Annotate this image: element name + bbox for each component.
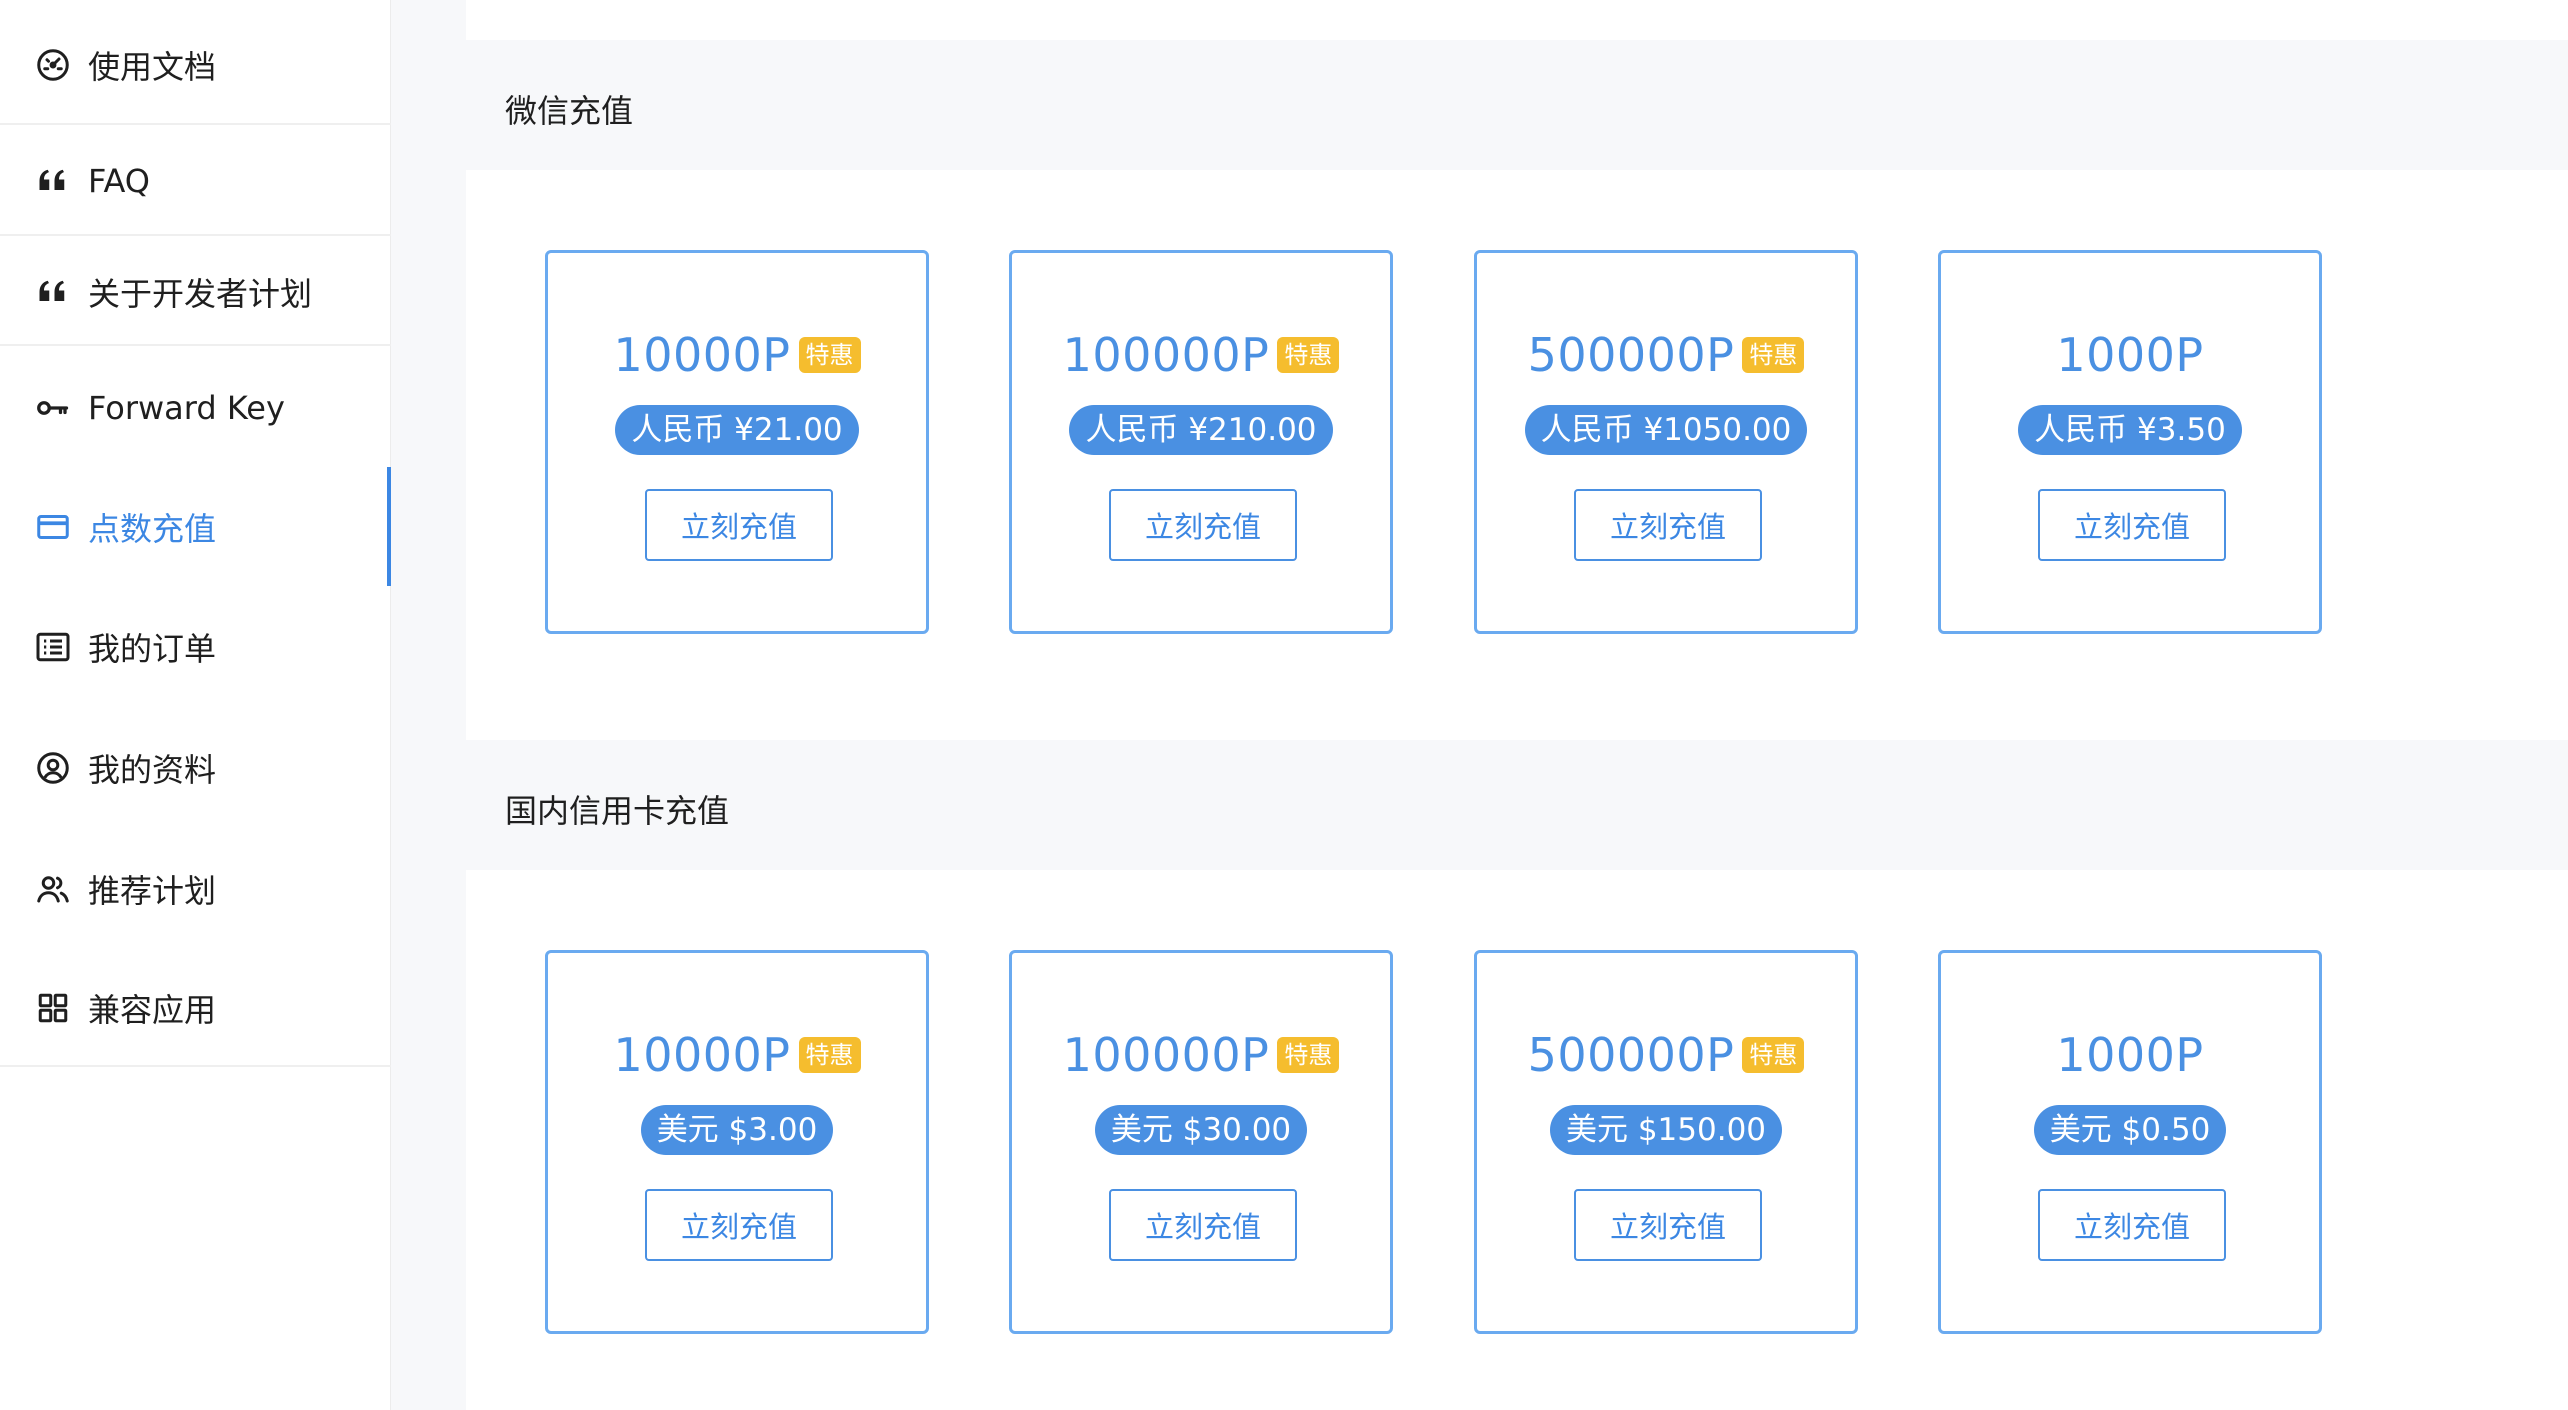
credit-card-icon — [34, 508, 72, 546]
users-icon — [34, 870, 72, 908]
sidebar-item-profile[interactable]: 我的资料 — [0, 708, 391, 828]
discount-badge: 特惠 — [1277, 337, 1340, 373]
price-pill: 美元 $0.50 — [2033, 1105, 2227, 1155]
recharge-now-button[interactable]: 立刻充值 — [1574, 489, 1762, 561]
points-amount: 10000P — [613, 328, 791, 382]
sidebar-item-referral[interactable]: 推荐计划 — [0, 829, 391, 949]
credit-card-recharge-panel: 10000P 特惠 美元 $3.00 立刻充值 100000P 特惠 美元 $3… — [466, 870, 2568, 1410]
recharge-card: 1000P 美元 $0.50 立刻充值 — [1938, 950, 2322, 1334]
discount-badge: 特惠 — [1742, 337, 1805, 373]
section-title-wechat: 微信充值 — [505, 92, 634, 130]
points-amount: 100000P — [1062, 328, 1270, 382]
quote-icon — [34, 273, 72, 311]
price-pill: 人民币 ¥210.00 — [1069, 405, 1333, 455]
points-row: 1000P — [1941, 1028, 2319, 1082]
price-pill: 人民币 ¥3.50 — [2018, 405, 2242, 455]
price-pill: 美元 $150.00 — [1549, 1105, 1783, 1155]
recharge-card: 10000P 特惠 美元 $3.00 立刻充值 — [545, 950, 929, 1334]
sidebar-item-label: 推荐计划 — [88, 872, 217, 910]
sidebar-item-label: Forward Key — [88, 389, 285, 427]
points-row: 1000P — [1941, 328, 2319, 382]
recharge-now-button[interactable]: 立刻充值 — [1574, 1189, 1762, 1261]
recharge-card: 1000P 人民币 ¥3.50 立刻充值 — [1938, 250, 2322, 634]
sidebar-item-forward-key[interactable]: Forward Key — [0, 348, 391, 468]
previous-panel — [466, 0, 2568, 40]
recharge-card: 100000P 特惠 美元 $30.00 立刻充值 — [1009, 950, 1393, 1334]
recharge-card: 500000P 特惠 人民币 ¥1050.00 立刻充值 — [1474, 250, 1858, 634]
recharge-card: 100000P 特惠 人民币 ¥210.00 立刻充值 — [1009, 250, 1393, 634]
sidebar-item-developer-plan[interactable]: 关于开发者计划 — [0, 237, 391, 347]
points-amount: 500000P — [1527, 328, 1735, 382]
sidebar-item-compatible-apps[interactable]: 兼容应用 — [0, 950, 391, 1066]
sidebar-item-docs[interactable]: 使用文档 — [0, 10, 391, 120]
price-pill: 人民币 ¥1050.00 — [1524, 405, 1808, 455]
points-row: 500000P 特惠 — [1477, 328, 1855, 382]
user-circle-icon — [34, 749, 72, 787]
discount-badge: 特惠 — [1742, 1037, 1805, 1073]
recharge-now-button[interactable]: 立刻充值 — [2038, 1189, 2226, 1261]
points-amount: 1000P — [2056, 328, 2204, 382]
recharge-now-button[interactable]: 立刻充值 — [645, 1189, 833, 1261]
divider — [0, 123, 391, 125]
sidebar-item-label: 使用文档 — [88, 48, 217, 86]
recharge-now-button[interactable]: 立刻充值 — [1109, 1189, 1297, 1261]
recharge-now-button[interactable]: 立刻充值 — [645, 489, 833, 561]
grid-icon — [34, 989, 72, 1027]
recharge-card: 10000P 特惠 人民币 ¥21.00 立刻充值 — [545, 250, 929, 634]
points-amount: 100000P — [1062, 1028, 1270, 1082]
wechat-recharge-panel: 10000P 特惠 人民币 ¥21.00 立刻充值 100000P 特惠 人民币… — [466, 170, 2568, 740]
key-icon — [34, 389, 72, 427]
sidebar-item-label: 我的订单 — [88, 630, 217, 668]
recharge-now-button[interactable]: 立刻充值 — [2038, 489, 2226, 561]
divider — [0, 1065, 391, 1067]
sidebar-item-recharge[interactable]: 点数充值 — [0, 467, 391, 586]
price-pill: 美元 $3.00 — [640, 1105, 834, 1155]
sidebar-item-label: 我的资料 — [88, 751, 217, 789]
sidebar-item-faq[interactable]: FAQ — [0, 126, 391, 236]
points-amount: 1000P — [2056, 1028, 2204, 1082]
section-title-credit-card: 国内信用卡充值 — [505, 792, 730, 830]
points-row: 10000P 特惠 — [548, 1028, 926, 1082]
divider — [0, 234, 391, 236]
discount-badge: 特惠 — [798, 337, 861, 373]
price-pill: 美元 $30.00 — [1094, 1105, 1308, 1155]
list-icon — [34, 628, 72, 666]
discount-badge: 特惠 — [1277, 1037, 1340, 1073]
price-pill: 人民币 ¥21.00 — [615, 405, 859, 455]
points-row: 100000P 特惠 — [1012, 328, 1390, 382]
sidebar-item-orders[interactable]: 我的订单 — [0, 587, 391, 707]
points-row: 500000P 特惠 — [1477, 1028, 1855, 1082]
points-amount: 10000P — [613, 1028, 791, 1082]
sidebar-item-label: 点数充值 — [88, 509, 217, 548]
sidebar: 使用文档 FAQ 关于开发者计划 Forward Key 点数充值 我的订单 我… — [0, 0, 391, 1410]
divider — [0, 344, 391, 346]
sidebar-item-label: 兼容应用 — [88, 991, 217, 1029]
recharge-now-button[interactable]: 立刻充值 — [1109, 489, 1297, 561]
points-amount: 500000P — [1527, 1028, 1735, 1082]
sidebar-item-label: FAQ — [88, 162, 150, 200]
speedometer-icon — [34, 46, 72, 84]
discount-badge: 特惠 — [798, 1037, 861, 1073]
points-row: 10000P 特惠 — [548, 328, 926, 382]
sidebar-item-label: 关于开发者计划 — [88, 275, 313, 313]
quote-icon — [34, 162, 72, 200]
points-row: 100000P 特惠 — [1012, 1028, 1390, 1082]
recharge-card: 500000P 特惠 美元 $150.00 立刻充值 — [1474, 950, 1858, 1334]
